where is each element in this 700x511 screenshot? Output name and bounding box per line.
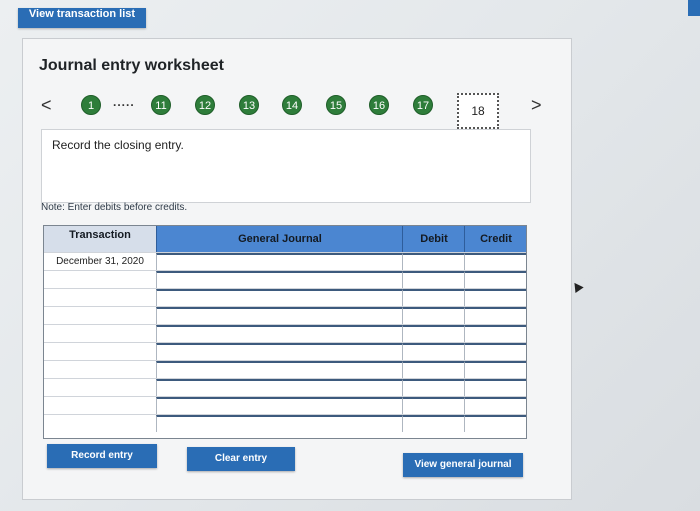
step-12-button[interactable]: 12 bbox=[195, 95, 215, 115]
general-journal-input[interactable] bbox=[156, 289, 402, 306]
step-1-button[interactable]: 1 bbox=[81, 95, 101, 115]
header-transaction: Transaction bbox=[44, 226, 156, 252]
general-journal-input[interactable] bbox=[156, 415, 402, 432]
step-17-button[interactable]: 17 bbox=[413, 95, 433, 115]
instruction-text: Record the closing entry. bbox=[52, 138, 184, 152]
transaction-date-cell bbox=[44, 271, 156, 288]
transaction-date-cell bbox=[44, 361, 156, 378]
instruction-box: Record the closing entry. bbox=[41, 129, 531, 203]
credit-input[interactable] bbox=[464, 361, 526, 378]
debit-input[interactable] bbox=[402, 361, 464, 378]
step-18-current[interactable]: 18 bbox=[457, 93, 499, 129]
table-row bbox=[44, 342, 526, 360]
debit-input[interactable] bbox=[402, 253, 464, 270]
step-16-button[interactable]: 16 bbox=[369, 95, 389, 115]
table-row bbox=[44, 414, 526, 432]
general-journal-input[interactable] bbox=[156, 379, 402, 396]
debit-input[interactable] bbox=[402, 289, 464, 306]
general-journal-input[interactable] bbox=[156, 253, 402, 270]
general-journal-input[interactable] bbox=[156, 361, 402, 378]
step-13-button[interactable]: 13 bbox=[239, 95, 259, 115]
transaction-date-cell bbox=[44, 343, 156, 360]
general-journal-input[interactable] bbox=[156, 271, 402, 288]
transaction-date-cell bbox=[44, 307, 156, 324]
table-row bbox=[44, 396, 526, 414]
debit-input[interactable] bbox=[402, 325, 464, 342]
credit-input[interactable] bbox=[464, 271, 526, 288]
table-row bbox=[44, 306, 526, 324]
record-entry-button[interactable]: Record entry bbox=[47, 444, 157, 468]
edge-tab bbox=[688, 0, 700, 16]
clear-entry-button[interactable]: Clear entry bbox=[187, 447, 295, 471]
debit-input[interactable] bbox=[402, 343, 464, 360]
chevron-right-icon[interactable]: > bbox=[531, 95, 542, 116]
table-row bbox=[44, 324, 526, 342]
transaction-date-cell bbox=[44, 397, 156, 414]
transaction-date-cell: December 31, 2020 bbox=[56, 256, 144, 267]
transaction-date-cell bbox=[44, 379, 156, 396]
journal-entry-table: Transaction General Journal Debit Credit… bbox=[43, 225, 527, 439]
credit-input[interactable] bbox=[464, 289, 526, 306]
table-row bbox=[44, 360, 526, 378]
step-11-button[interactable]: 11 bbox=[151, 95, 171, 115]
journal-entry-worksheet-panel: Journal entry worksheet < 1 ..... 11 12 … bbox=[22, 38, 572, 500]
worksheet-pager: < 1 ..... 11 12 13 14 15 16 17 18 > bbox=[37, 89, 557, 129]
view-transaction-list-button[interactable]: View transaction list bbox=[18, 8, 146, 28]
debit-input[interactable] bbox=[402, 415, 464, 432]
credit-input[interactable] bbox=[464, 379, 526, 396]
credit-input[interactable] bbox=[464, 325, 526, 342]
header-debit: Debit bbox=[402, 226, 465, 252]
transaction-date-cell bbox=[44, 289, 156, 306]
debit-input[interactable] bbox=[402, 271, 464, 288]
debit-input[interactable] bbox=[402, 307, 464, 324]
credit-input[interactable] bbox=[464, 307, 526, 324]
general-journal-input[interactable] bbox=[156, 397, 402, 414]
credit-input[interactable] bbox=[464, 253, 526, 270]
mouse-pointer-icon bbox=[570, 279, 584, 294]
chevron-left-icon[interactable]: < bbox=[41, 95, 52, 116]
credit-input[interactable] bbox=[464, 415, 526, 432]
general-journal-input[interactable] bbox=[156, 325, 402, 342]
table-row bbox=[44, 378, 526, 396]
note-text: Note: Enter debits before credits. bbox=[41, 202, 188, 213]
step-15-button[interactable]: 15 bbox=[326, 95, 346, 115]
credit-input[interactable] bbox=[464, 343, 526, 360]
debit-input[interactable] bbox=[402, 397, 464, 414]
transaction-date-cell bbox=[44, 325, 156, 342]
page-title: Journal entry worksheet bbox=[39, 57, 224, 74]
general-journal-input[interactable] bbox=[156, 343, 402, 360]
transaction-date-cell bbox=[44, 415, 156, 432]
table-row: December 31, 2020 bbox=[44, 252, 526, 270]
debit-input[interactable] bbox=[402, 379, 464, 396]
general-journal-input[interactable] bbox=[156, 307, 402, 324]
header-general-journal: General Journal bbox=[156, 226, 403, 252]
view-general-journal-button[interactable]: View general journal bbox=[403, 453, 523, 477]
header-credit: Credit bbox=[464, 226, 527, 252]
step-14-button[interactable]: 14 bbox=[282, 95, 302, 115]
steps-ellipsis: ..... bbox=[113, 95, 135, 109]
credit-input[interactable] bbox=[464, 397, 526, 414]
view-transaction-list-label: View transaction list bbox=[28, 8, 136, 20]
journal-table-header: Transaction General Journal Debit Credit bbox=[44, 226, 526, 252]
table-row bbox=[44, 288, 526, 306]
table-row bbox=[44, 270, 526, 288]
